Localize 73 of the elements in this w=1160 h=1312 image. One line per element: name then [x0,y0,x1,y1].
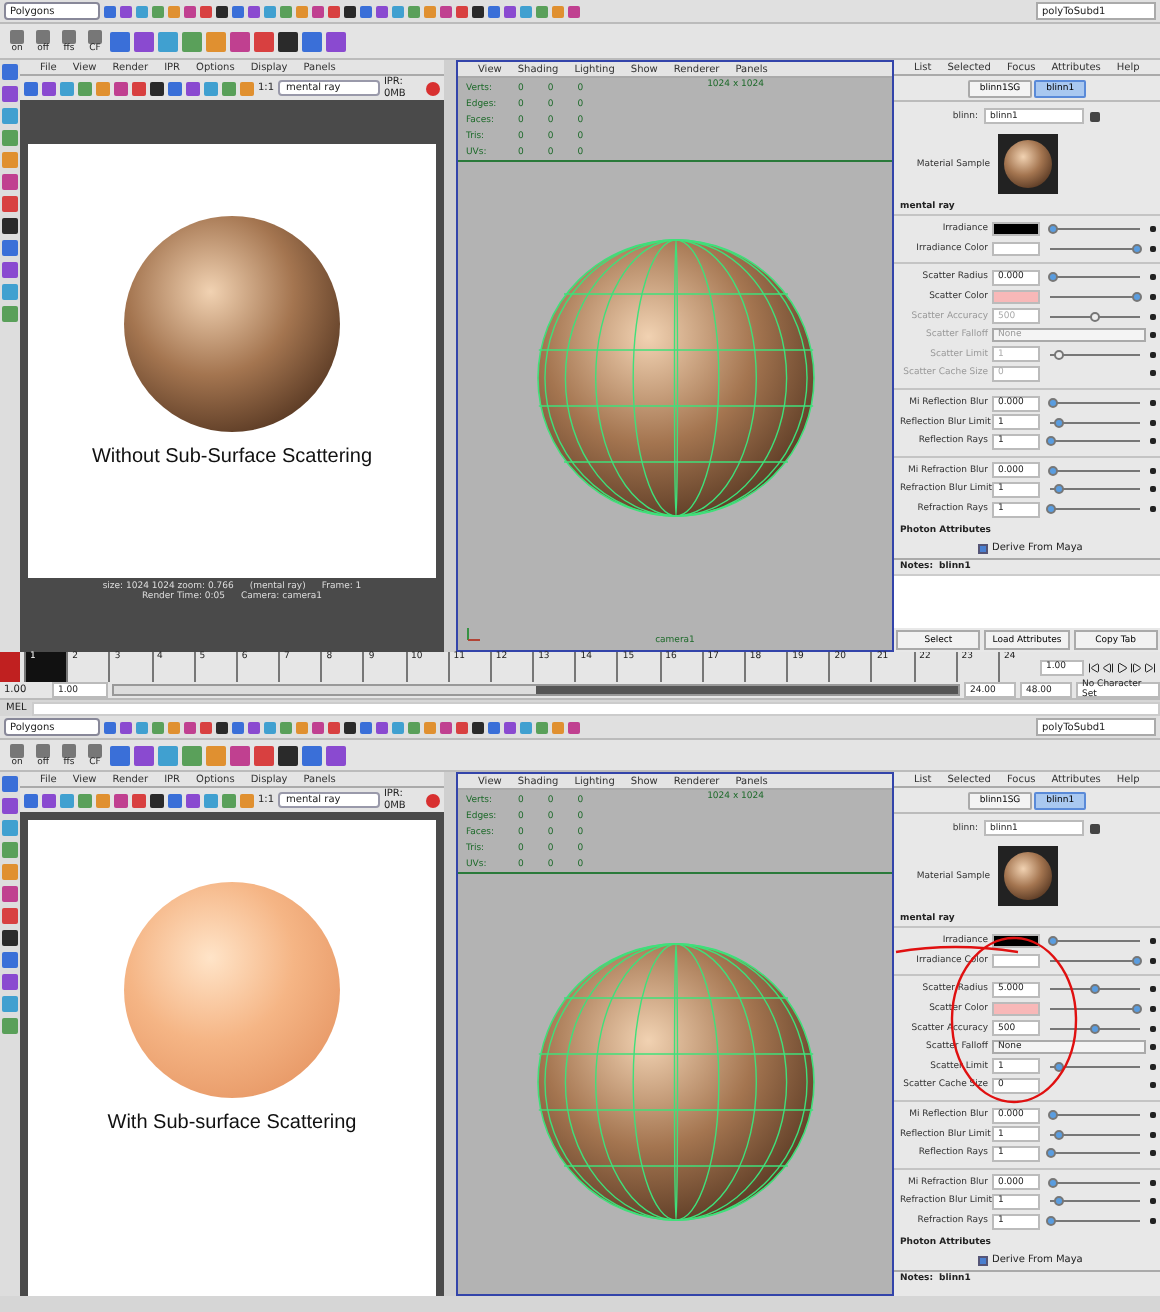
checkbox[interactable] [978,1255,988,1266]
checkbox[interactable] [978,543,988,554]
map-icon[interactable] [1150,226,1156,233]
slider-thumb[interactable] [1046,1148,1057,1159]
map-icon[interactable] [1150,938,1156,945]
slider-thumb[interactable] [1046,436,1057,447]
map-icon[interactable] [1150,351,1156,358]
map-icon[interactable] [1150,1112,1156,1119]
focus-icon[interactable] [1090,111,1100,121]
map-icon[interactable] [1150,1131,1156,1138]
color-swatch[interactable] [992,241,1040,256]
color-swatch[interactable] [992,1002,1040,1017]
stop-icon[interactable] [426,81,440,95]
slider-thumb[interactable] [1132,1004,1143,1015]
map-icon[interactable] [1150,986,1156,993]
color-swatch[interactable] [992,222,1040,237]
slider-thumb[interactable] [1047,936,1058,947]
skip-forward-icon[interactable] [1144,661,1156,673]
slider-thumb[interactable] [1046,1216,1057,1227]
slider-thumb[interactable] [1047,224,1058,235]
slider-thumb[interactable] [1132,292,1143,303]
annotation-stroke [895,945,1019,954]
slider-thumb[interactable] [1054,1061,1064,1072]
slider-thumb[interactable] [1054,484,1064,495]
map-icon[interactable] [1150,332,1156,339]
map-icon[interactable] [1150,1063,1156,1070]
render-caption: With Sub-surface Scattering [107,1112,357,1134]
step-back-icon[interactable] [1102,661,1114,673]
slider-thumb[interactable] [1047,465,1058,476]
map-icon[interactable] [1150,419,1156,426]
slider-thumb[interactable] [1047,272,1058,283]
color-swatch[interactable] [992,290,1040,305]
range-slider-handle[interactable] [114,686,536,694]
slider-thumb[interactable] [1046,504,1057,515]
map-icon[interactable] [1150,486,1156,493]
command-field[interactable] [32,701,1160,715]
skip-back-icon[interactable] [1088,661,1100,673]
color-swatch[interactable] [992,953,1040,968]
map-icon[interactable] [1150,400,1156,407]
map-icon[interactable] [1150,1198,1156,1205]
step-forward-icon[interactable] [1130,661,1142,673]
map-icon[interactable] [1150,1044,1156,1051]
slider-thumb[interactable] [1090,1023,1100,1034]
slider-thumb[interactable] [1047,1177,1058,1188]
map-icon[interactable] [1150,1218,1156,1225]
slider-thumb[interactable] [1090,984,1100,995]
map-icon[interactable] [1150,1150,1156,1157]
slider-thumb[interactable] [1054,1196,1064,1207]
slider-thumb[interactable] [1054,417,1064,428]
slider-thumb[interactable] [1054,1129,1064,1140]
focus-icon[interactable] [1090,823,1100,833]
map-icon[interactable] [1150,245,1156,252]
map-icon[interactable] [1150,370,1156,377]
stop-icon[interactable] [426,793,440,807]
slider-thumb[interactable] [1132,955,1143,966]
slider-thumb[interactable] [1132,243,1143,254]
map-icon[interactable] [1150,1179,1156,1186]
map-icon[interactable] [1150,506,1156,513]
range-slider[interactable] [112,684,960,696]
map-icon[interactable] [1150,1025,1156,1032]
map-icon[interactable] [1150,957,1156,964]
map-icon[interactable] [1150,1006,1156,1013]
map-icon[interactable] [1150,1082,1156,1089]
map-icon[interactable] [1150,274,1156,281]
map-icon[interactable] [1150,294,1156,301]
play-icon[interactable] [1116,661,1128,673]
map-icon[interactable] [1150,313,1156,320]
render-caption: Without Sub-Surface Scattering [91,446,373,468]
axis-icon [466,626,482,642]
map-icon[interactable] [1150,467,1156,474]
map-icon[interactable] [1150,438,1156,445]
slider-thumb[interactable] [1047,398,1058,409]
slider-thumb[interactable] [1047,1110,1058,1121]
